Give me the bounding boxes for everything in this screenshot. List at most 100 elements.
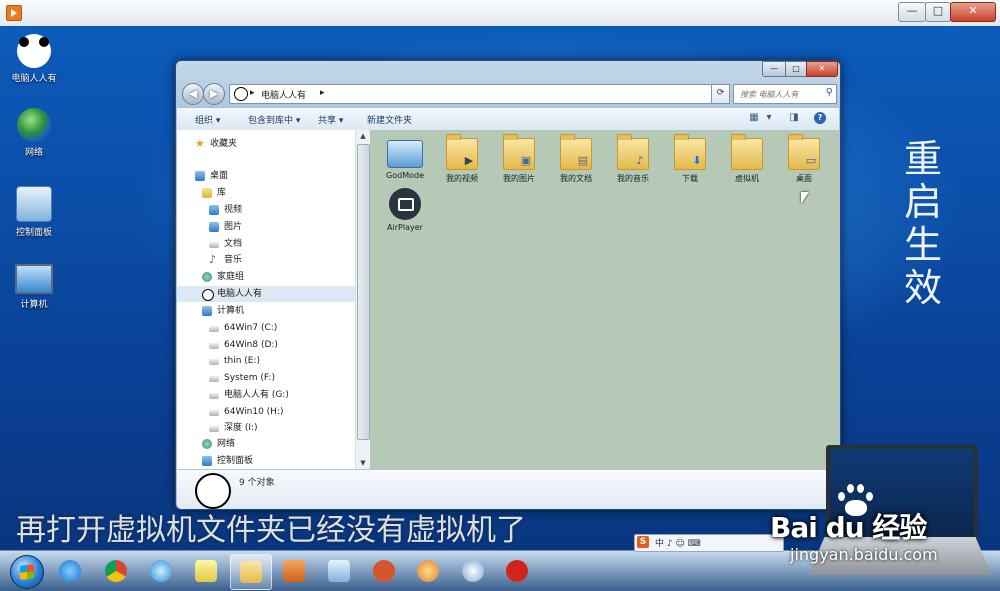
back-button[interactable]: ◀ (182, 83, 204, 105)
explorer-maximize-button[interactable]: □ (785, 61, 807, 77)
taskbar-chess[interactable] (497, 554, 537, 588)
file-item-airplayer[interactable]: AirPlayer (377, 188, 433, 232)
notes-icon (195, 560, 217, 582)
ime-toolbar: S 中 ♪ ☺ ⌨ (634, 534, 784, 552)
nav-item-drive-i[interactable]: 深度 (I:) (177, 420, 355, 436)
nav-item-drive-g[interactable]: 电脑人人有 (G:) (177, 387, 355, 403)
breadcrumb-segment[interactable]: 电脑人人有 (261, 88, 306, 101)
nav-item-pictures[interactable]: 图片 (177, 219, 355, 235)
refresh-button[interactable]: ⟳ (711, 84, 730, 104)
file-item-my-documents[interactable]: ▤ 我的文档 (548, 134, 604, 184)
panda-icon (17, 34, 51, 68)
videos-folder-icon: ▶ (446, 134, 478, 170)
nav-item-documents[interactable]: 文档 (177, 236, 355, 252)
search-input[interactable] (738, 85, 826, 103)
file-item-my-pictures[interactable]: ▣ 我的图片 (491, 134, 547, 184)
view-options-icon[interactable]: ▦ (747, 112, 761, 124)
forward-button[interactable]: ▶ (203, 83, 225, 105)
godmode-icon (387, 140, 423, 168)
share-button[interactable]: 共享 ▾ (318, 113, 343, 126)
library-icon (202, 188, 212, 198)
view-dropdown-icon[interactable]: ▾ (762, 112, 776, 124)
nav-item-libraries[interactable]: 库 (177, 185, 355, 201)
nav-item-favorites[interactable]: ★ 收藏夹 (177, 136, 355, 152)
taskbar-p-app[interactable] (364, 554, 404, 588)
nav-scrollbar[interactable]: ▲ ▼ (355, 130, 370, 469)
file-item-virtual-machines[interactable]: 虚拟机 (719, 134, 775, 184)
file-item-godmode[interactable]: GodMode (377, 138, 433, 180)
computer-icon (202, 306, 212, 316)
control-panel-icon (328, 560, 350, 582)
file-item-desktop[interactable]: ▭ 桌面 (776, 134, 832, 184)
nav-item-control-panel[interactable]: 控制面板 (177, 453, 355, 469)
desktop-icon-computer[interactable]: 计算机 (6, 260, 62, 310)
drive-icon (209, 410, 219, 416)
sogou-logo-icon[interactable]: S (637, 536, 649, 548)
search-icon[interactable]: ⚲ (826, 87, 833, 98)
panda-icon (234, 87, 248, 101)
nav-item-drive-c[interactable]: 64Win7 (C:) (177, 320, 355, 336)
nav-item-drive-h[interactable]: 64Win10 (H:) (177, 404, 355, 420)
nav-item-homegroup[interactable]: 家庭组 (177, 269, 355, 285)
file-item-my-music[interactable]: ♪ 我的音乐 (605, 134, 661, 184)
nav-item-drive-e[interactable]: thin (E:) (177, 353, 355, 369)
nav-item-desktop[interactable]: 桌面 (177, 168, 355, 184)
taskbar-media[interactable] (274, 554, 314, 588)
nav-item-computer[interactable]: 计算机 (177, 303, 355, 319)
start-button[interactable] (10, 555, 44, 589)
homegroup-icon (202, 272, 212, 282)
control-panel-icon (16, 186, 52, 222)
chess-icon (506, 560, 528, 582)
explorer-window: — □ ✕ ◀ ▶ ▸ 电脑人人有 ▸ ▾ ⟳ ⚲ 组织 ▾ 包含到库中 ▾ 共… (175, 60, 841, 510)
desktop-icon-user[interactable]: 电脑人人有 (6, 34, 62, 84)
ime-status[interactable]: 中 ♪ ☺ ⌨ (655, 536, 701, 549)
search-box: ⚲ (733, 84, 837, 104)
help-icon[interactable]: ? (814, 112, 826, 124)
restart-notice-text: 重启生效 (903, 137, 942, 310)
include-in-library-button[interactable]: 包含到库中 ▾ (248, 113, 300, 126)
taskbar-control-panel[interactable] (319, 554, 359, 588)
video-icon (209, 205, 219, 215)
desktop-icon-label: 网络 (24, 148, 43, 158)
nav-item-drive-f[interactable]: System (F:) (177, 370, 355, 386)
nav-item-music[interactable]: ♪ 音乐 (177, 252, 355, 268)
player-minimize-button[interactable]: — (898, 2, 926, 22)
taskbar-vm[interactable] (453, 554, 493, 588)
panda-icon (195, 473, 231, 509)
details-pane: 9 个对象 (177, 469, 839, 509)
scroll-up-icon[interactable]: ▲ (356, 132, 370, 140)
player-maximize-button[interactable]: □ (925, 2, 951, 22)
explorer-close-button[interactable]: ✕ (806, 61, 838, 77)
new-folder-button[interactable]: 新建文件夹 (367, 113, 412, 126)
desktop-icon-network[interactable]: 网络 (6, 108, 62, 158)
taskbar-sticky[interactable] (186, 554, 226, 588)
explorer-minimize-button[interactable]: — (762, 61, 786, 77)
taskbar-chrome[interactable] (96, 554, 136, 588)
preview-pane-icon[interactable]: ◨ (787, 112, 801, 124)
player-close-button[interactable]: ✕ (950, 2, 996, 22)
nav-item-drive-d[interactable]: 64Win8 (D:) (177, 337, 355, 353)
scroll-down-icon[interactable]: ▼ (356, 459, 370, 467)
airplayer-icon (389, 188, 421, 220)
file-item-downloads[interactable]: ⬇ 下载 (662, 134, 718, 184)
taskbar-edge[interactable] (141, 554, 181, 588)
organize-button[interactable]: 组织 ▾ (195, 113, 220, 126)
file-item-my-videos[interactable]: ▶ 我的视频 (434, 134, 490, 184)
desktop-icon-label: 电脑人人有 (11, 74, 57, 84)
breadcrumb-separator[interactable]: ▸ (320, 88, 325, 98)
taskbar-paint[interactable] (408, 554, 448, 588)
scroll-thumb[interactable] (357, 144, 370, 440)
network-globe-icon (202, 439, 212, 449)
picture-icon (209, 222, 219, 232)
nav-item-videos[interactable]: 视频 (177, 202, 355, 218)
desktop-icon-label: 控制面板 (15, 228, 52, 238)
nav-item-user-folder[interactable]: 电脑人人有 (177, 286, 355, 302)
nav-item-network[interactable]: 网络 (177, 436, 355, 452)
paint-icon (417, 560, 439, 582)
desktop-icon-control-panel[interactable]: 控制面板 (6, 186, 62, 238)
taskbar-ie[interactable] (50, 554, 90, 588)
desktop-icon-label: 计算机 (20, 300, 48, 310)
navigation-pane: ★ 收藏夹 桌面 库 视频 图片 文档 ♪ 音乐 家庭组 电脑人人有 计算机 64W… (177, 130, 370, 469)
taskbar-explorer[interactable] (230, 554, 272, 590)
address-bar[interactable]: ▸ 电脑人人有 ▸ ▾ (229, 84, 729, 104)
